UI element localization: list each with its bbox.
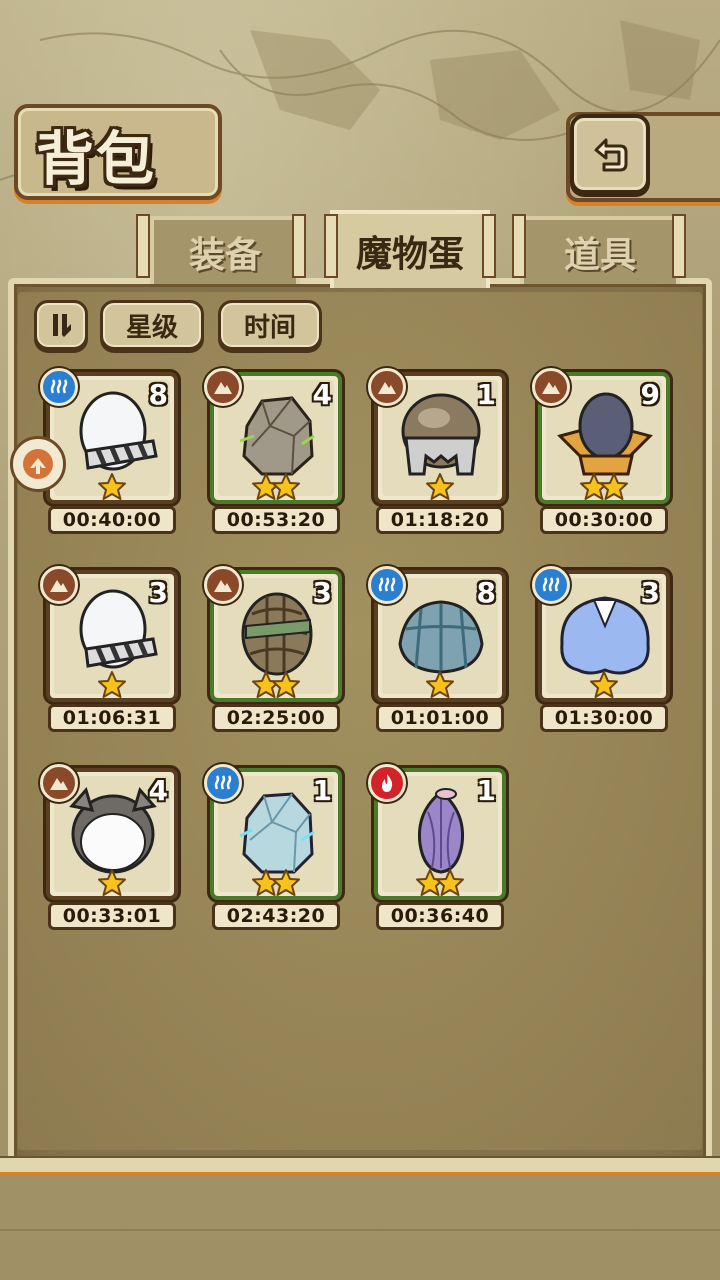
hatch-timer: 02:25:00: [212, 704, 340, 732]
sort-by-time-label: 时间: [243, 312, 296, 343]
hatch-timer: 01:30:00: [540, 704, 668, 732]
star-rating: [542, 670, 666, 704]
hatch-timer: 01:01:00: [376, 704, 504, 732]
star-icon: [589, 670, 619, 704]
tab-divider: [672, 214, 686, 278]
back-arrow-icon: [594, 138, 628, 172]
egg-count: 3: [312, 576, 332, 609]
star-rating: [50, 472, 174, 506]
tab-label: 道具: [563, 235, 636, 276]
egg-count: 8: [148, 378, 168, 411]
egg-count: 1: [476, 774, 496, 807]
egg-count: 3: [640, 576, 660, 609]
fire-element-icon: [368, 764, 406, 802]
side-marker-button[interactable]: [10, 436, 66, 492]
tab-divider: [136, 214, 150, 278]
star-icon: [271, 472, 301, 506]
star-rating: [214, 670, 338, 704]
hatch-timer: 01:06:31: [48, 704, 176, 732]
tab-label: 魔物蛋: [355, 234, 464, 275]
sort-order-button[interactable]: [34, 300, 88, 350]
sort-by-star-button[interactable]: 星级: [100, 300, 204, 350]
star-icon: [97, 472, 127, 506]
star-rating: [542, 472, 666, 506]
star-icon: [97, 670, 127, 704]
return-arrow-icon: [23, 449, 53, 479]
tab-equipment[interactable]: 装备: [150, 216, 300, 284]
back-button[interactable]: [570, 114, 650, 194]
hatch-timer: 00:53:20: [212, 506, 340, 534]
star-rating: [378, 670, 502, 704]
star-icon: [271, 868, 301, 902]
earth-element-icon: [532, 368, 570, 406]
egg-count: 9: [640, 378, 660, 411]
star-rating: [378, 472, 502, 506]
earth-element-icon: [368, 368, 406, 406]
star-rating: [50, 670, 174, 704]
egg-count: 1: [312, 774, 332, 807]
sort-toggle-icon: [53, 314, 71, 337]
star-rating: [214, 472, 338, 506]
sort-by-time-button[interactable]: 时间: [218, 300, 322, 350]
tab-label: 装备: [188, 235, 261, 276]
earth-element-icon: [40, 764, 78, 802]
water-element-icon: [532, 566, 570, 604]
page-title: 背包: [36, 125, 157, 193]
water-element-icon: [368, 566, 406, 604]
hatch-timer: 01:18:20: [376, 506, 504, 534]
tab-divider: [482, 214, 496, 278]
star-icon: [599, 472, 629, 506]
tab-monster-eggs[interactable]: 魔物蛋: [330, 210, 490, 288]
sort-by-star-label: 星级: [125, 312, 178, 343]
star-icon: [271, 670, 301, 704]
egg-count: 4: [148, 774, 168, 807]
star-rating: [214, 868, 338, 902]
star-icon: [97, 868, 127, 902]
tab-divider: [324, 214, 338, 278]
earth-element-icon: [204, 368, 242, 406]
egg-count: 1: [476, 378, 496, 411]
star-icon: [425, 670, 455, 704]
water-element-icon: [204, 764, 242, 802]
star-rating: [378, 868, 502, 902]
hatch-timer: 02:43:20: [212, 902, 340, 930]
hatch-timer: 00:40:00: [48, 506, 176, 534]
star-icon: [425, 472, 455, 506]
star-icon: [435, 868, 465, 902]
egg-count: 4: [312, 378, 332, 411]
star-rating: [50, 868, 174, 902]
hatch-timer: 00:33:01: [48, 902, 176, 930]
water-element-icon: [40, 368, 78, 406]
tab-divider: [292, 214, 306, 278]
egg-count: 8: [476, 576, 496, 609]
panel-bottom-rail: [0, 1156, 720, 1175]
earth-element-icon: [40, 566, 78, 604]
tab-items[interactable]: 道具: [520, 216, 680, 284]
hatch-timer: 00:30:00: [540, 506, 668, 534]
tab-divider: [512, 214, 526, 278]
hatch-timer: 00:36:40: [376, 902, 504, 930]
earth-element-icon: [204, 566, 242, 604]
egg-count: 3: [148, 576, 168, 609]
